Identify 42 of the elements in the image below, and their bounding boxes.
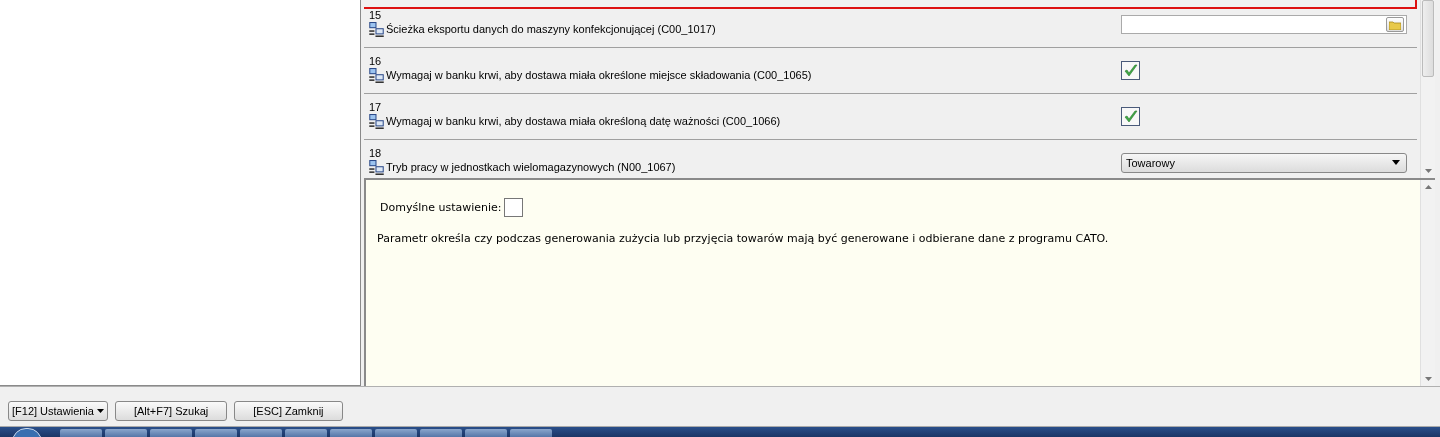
taskbar-button[interactable] <box>375 429 417 437</box>
row-number: 18 <box>369 147 383 159</box>
taskbar-button[interactable] <box>465 429 507 437</box>
setting-label: Wymagaj w banku krwi, aby dostawa miała określoną datę ważności (C00_1066) <box>386 115 781 128</box>
computer-icon <box>369 160 384 175</box>
setting-label: Tryb pracy w jednostkach wielomagazynowych (N00_1067) <box>386 161 676 174</box>
description-text: Parametr określa czy podczas generowania zużycia lub przyjęcia towarów mają być generowane i odbierane dane z programu CATO. <box>377 232 1110 245</box>
taskbar-button[interactable] <box>105 429 147 437</box>
checkmark-icon <box>1122 62 1139 79</box>
scroll-down-icon[interactable] <box>1424 377 1432 381</box>
checkbox[interactable] <box>503 198 523 217</box>
caret-icon <box>1392 160 1400 165</box>
computer-icon <box>369 114 384 129</box>
scroll-up-icon[interactable] <box>1424 185 1432 189</box>
taskbar-button[interactable] <box>240 429 282 437</box>
menu-button[interactable]: [F12] Ustawienia <box>8 400 108 421</box>
taskbar-button[interactable] <box>285 429 327 437</box>
taskbar-button[interactable] <box>330 429 372 437</box>
row-number: 17 <box>369 101 383 113</box>
checkbox[interactable] <box>1121 107 1140 126</box>
scroll-down-icon[interactable] <box>1424 169 1432 173</box>
dropdown[interactable]: Towarowy <box>1121 152 1407 173</box>
taskbar-button[interactable] <box>195 429 237 437</box>
computer-icon <box>369 22 384 37</box>
checkmark-icon <box>1122 108 1139 125</box>
path-field[interactable] <box>1121 15 1407 34</box>
taskbar-button[interactable] <box>60 429 102 437</box>
setting-label: Ścieżka eksportu danych do maszyny konfekcjonującej (C00_1017) <box>386 23 716 36</box>
default-setting-label: Domyślne ustawienie: <box>380 201 502 214</box>
checkbox[interactable] <box>1121 61 1140 80</box>
toolbar-button[interactable]: [Alt+F7] Szukaj <box>114 400 228 421</box>
folder-button[interactable] <box>1386 17 1404 32</box>
caret-icon <box>96 408 104 413</box>
taskbar-button[interactable] <box>510 429 552 437</box>
setting-label: Wymagaj w banku krwi, aby dostawa miała określone miejsce składowania (C00_1065) <box>386 69 812 82</box>
taskbar-button[interactable] <box>420 429 462 437</box>
scrollbar-thumb[interactable] <box>1422 0 1434 77</box>
row-number: 16 <box>369 55 383 67</box>
taskbar-button[interactable] <box>150 429 192 437</box>
row-number: 15 <box>369 9 383 21</box>
toolbar-button[interactable]: [ESC] Zamknij <box>234 400 343 421</box>
computer-icon <box>369 68 384 83</box>
